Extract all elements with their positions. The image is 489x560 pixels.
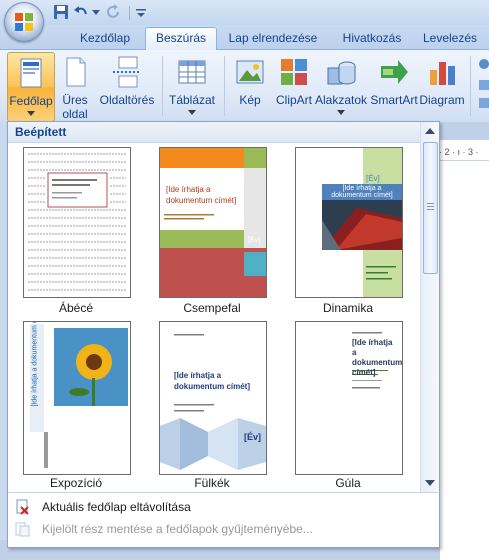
blank-page-label-1: Üres: [62, 93, 88, 107]
scrollbar-thumb[interactable]: [423, 142, 438, 274]
customize-qat-icon[interactable]: [136, 8, 146, 18]
cover-thumb-expozicio[interactable]: [Ide írhatja a dokumentum címét]: [23, 321, 131, 475]
expozicio-title: [Ide írhatja a dokumentum címét]: [31, 321, 39, 407]
chart-icon: [430, 62, 455, 85]
smartart-label: SmartArt: [370, 93, 418, 107]
cover-page-button[interactable]: Fedőlap: [7, 52, 55, 122]
tab-lap-elrendezese[interactable]: Lap elrendezése: [225, 28, 321, 49]
tab-levelezes[interactable]: Levelezés: [418, 28, 482, 49]
smartart-icon: [381, 60, 408, 84]
expozicio-preview: [24, 322, 128, 474]
gallery-footer: Aktuális fedőlap eltávolítása Kijelölt r…: [8, 492, 438, 547]
cover-page-icon: [20, 58, 42, 88]
gallery-header: Beépített: [8, 122, 420, 143]
csempefal-title: [Ide írhatja a dokumentum címét]: [166, 185, 237, 205]
redo-icon[interactable]: [106, 4, 122, 20]
save-selection-icon: [15, 522, 30, 537]
dinamika-title: [Ide írhatja a dokumentum címét]: [331, 185, 393, 199]
save-icon[interactable]: [53, 4, 69, 20]
smartart-button[interactable]: SmartArt: [369, 52, 419, 120]
chart-label: Diagram: [419, 93, 465, 107]
picture-icon: [236, 60, 264, 84]
fulkek-year: [Év]: [244, 432, 262, 442]
picture-button[interactable]: Kép: [230, 52, 270, 120]
chevron-down-icon: [27, 111, 35, 116]
page-break-icon: [113, 56, 141, 88]
cover-page-gallery: Beépített Ábécé [Ide írhatja a dokumentu…: [7, 121, 440, 548]
undo-icon[interactable]: [73, 4, 89, 20]
qat-separator: [129, 6, 130, 20]
cover-thumb-fulkek[interactable]: [Ide írhatja a dokumentum címét] [Év]: [159, 321, 267, 475]
shapes-button[interactable]: Alakzatok: [314, 52, 368, 120]
ruler: · 2 · ı · 3 ·: [437, 147, 489, 161]
scroll-up-icon[interactable]: [425, 128, 435, 134]
table-button[interactable]: Táblázat: [166, 52, 218, 120]
cover-label-dinamika: Dinamika: [322, 301, 373, 315]
tab-beszuras[interactable]: Beszúrás: [145, 27, 217, 51]
ribbon-insert: Fedőlap Üres oldal Oldaltörés Táblázat K…: [0, 50, 489, 122]
group-separator: [224, 56, 225, 116]
save-selection-label: Kijelölt rész mentése a fedőlapok gyűjte…: [42, 522, 313, 536]
gallery-header-label: Beépített: [15, 125, 67, 139]
blank-page-label-2: oldal: [62, 107, 88, 121]
clipart-button[interactable]: ClipArt: [273, 52, 315, 120]
table-icon: [178, 60, 206, 84]
page-break-button[interactable]: Oldaltörés: [96, 52, 158, 120]
csempefal-year: [Év]: [247, 237, 261, 244]
cover-thumb-dinamika[interactable]: [Év] [Ide írhatja a dokumentum címét]: [295, 147, 403, 298]
chart-button[interactable]: Diagram: [419, 52, 465, 120]
shapes-icon: [327, 61, 356, 85]
cover-thumb-csempefal[interactable]: [Ide írhatja a dokumentum címét] [Év]: [159, 147, 267, 298]
tab-kezdolap[interactable]: Kezdőlap: [68, 28, 142, 49]
scroll-down-icon[interactable]: [425, 480, 435, 486]
remove-cover-page-icon: [16, 499, 29, 515]
remove-cover-page-menu-item[interactable]: Aktuális fedőlap eltávolítása: [8, 496, 438, 518]
cover-label-csempefal: Csempefal: [183, 301, 241, 315]
csempefal-preview: [160, 148, 266, 297]
fulkek-preview: [160, 334, 266, 470]
abece-preview: [28, 153, 126, 291]
gula-title: [Ide írhatja a dokumentum címét]: [352, 338, 403, 377]
blank-page-button[interactable]: Üres oldal: [56, 52, 94, 121]
document-page[interactable]: [440, 140, 489, 560]
cover-label-fulkek: Fülkék: [194, 476, 230, 490]
more-tools-icon[interactable]: [476, 56, 489, 116]
dinamika-preview: [296, 148, 402, 297]
cover-label-expozicio: Expozíció: [49, 476, 103, 490]
chevron-down-icon: [188, 110, 196, 115]
cover-label-gula: Gúla: [335, 476, 361, 490]
ribbon-tabs: Kezdőlap Beszúrás Lap elrendezése Hivatk…: [0, 25, 489, 51]
undo-dropdown-icon[interactable]: [92, 10, 100, 16]
gallery-scrollbar[interactable]: [420, 122, 439, 492]
office-button[interactable]: [4, 2, 44, 42]
shapes-label: Alakzatok: [314, 93, 368, 107]
chevron-down-icon: [337, 110, 345, 115]
group-separator: [162, 56, 163, 116]
tab-hivatkozas[interactable]: Hivatkozás: [333, 28, 411, 49]
picture-label: Kép: [239, 93, 261, 107]
ruler-text: · 2 · ı · 3 ·: [439, 147, 479, 157]
cover-thumb-abece[interactable]: [23, 147, 131, 298]
blank-page-icon: [66, 57, 86, 87]
fulkek-title: [Ide írhatja a dokumentum címét]: [174, 371, 251, 391]
remove-cover-page-label: Aktuális fedőlap eltávolítása: [42, 500, 191, 514]
table-label: Táblázat: [168, 93, 216, 107]
cover-thumb-gula[interactable]: [Ide írhatja a dokumentum címét]: [295, 321, 403, 475]
clipart-label: ClipArt: [275, 93, 312, 107]
page-break-label: Oldaltörés: [99, 93, 155, 107]
cover-label-abece: Ábécé: [58, 301, 94, 315]
dinamika-year: [Év]: [366, 174, 380, 183]
save-selection-menu-item[interactable]: Kijelölt rész mentése a fedőlapok gyűjte…: [8, 518, 438, 540]
clipart-icon: [281, 59, 307, 85]
office-logo-icon: [15, 13, 33, 31]
group-separator: [470, 56, 471, 116]
cover-page-label: Fedőlap: [9, 94, 53, 108]
